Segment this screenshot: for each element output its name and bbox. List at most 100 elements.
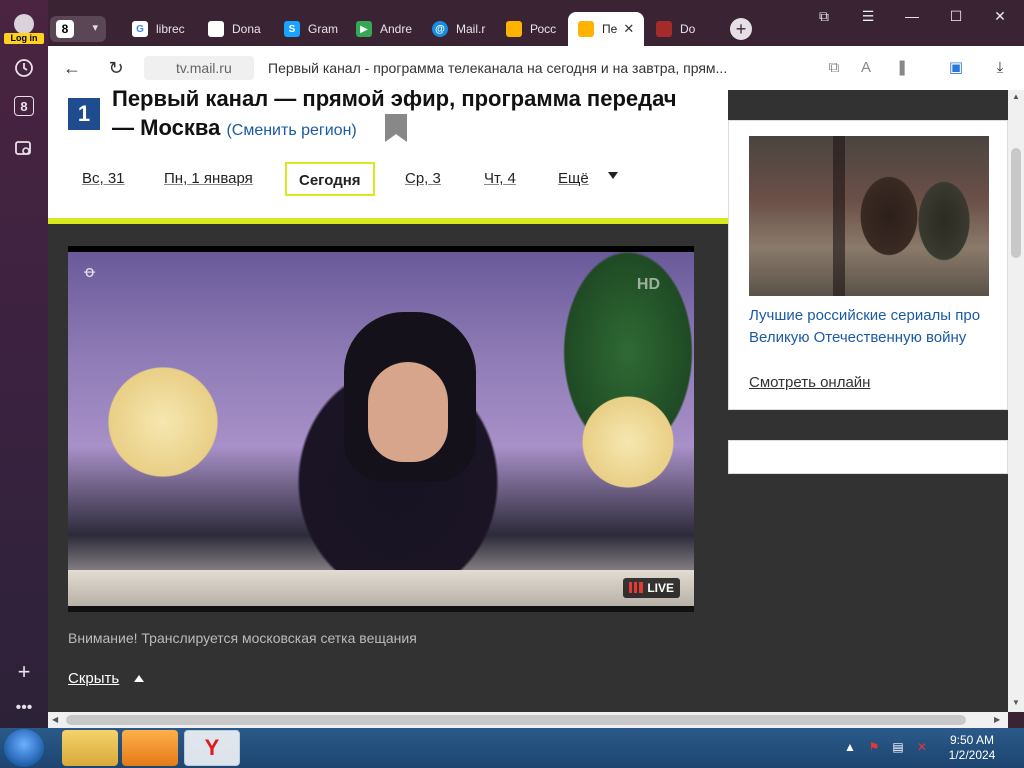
- start-button[interactable]: [4, 729, 44, 767]
- channel-hd-badge: HD: [636, 276, 660, 293]
- more-days-link[interactable]: Ещё: [558, 162, 589, 196]
- live-icon: [629, 582, 644, 593]
- extension-icon[interactable]: ▣: [946, 58, 966, 78]
- bookmark-icon[interactable]: ❚: [892, 58, 912, 78]
- tab-game[interactable]: Do: [646, 12, 712, 46]
- tv-icon: [578, 21, 594, 37]
- tray-expand-icon[interactable]: ▲: [842, 740, 858, 756]
- document-icon: [208, 21, 224, 37]
- live-badge: LIVE: [623, 578, 680, 598]
- network-icon[interactable]: ▤: [890, 740, 906, 756]
- download-icon[interactable]: ⤓: [990, 58, 1010, 78]
- clock-time: 9:50 AM: [949, 733, 995, 747]
- page-title-text[interactable]: Первый канал - программа телеканала на с…: [268, 60, 727, 76]
- tab-label: Do: [680, 22, 696, 36]
- media-player-taskbar-icon[interactable]: [122, 730, 178, 766]
- vertical-scroll-thumb[interactable]: [1011, 148, 1021, 258]
- accent-divider: [48, 218, 728, 224]
- chevron-up-icon[interactable]: [134, 675, 144, 682]
- tab-label: Mail.r: [456, 22, 486, 36]
- horizontal-scroll-thumb[interactable]: [66, 715, 966, 725]
- copy-icon[interactable]: ⧉: [824, 58, 844, 78]
- play-store-icon: ▶: [356, 21, 372, 37]
- day-tab-today[interactable]: Сегодня: [285, 162, 375, 196]
- tab-russia-tv[interactable]: Росс: [496, 12, 568, 46]
- user-avatar-icon[interactable]: [14, 14, 34, 34]
- day-tab[interactable]: Ср, 3: [405, 162, 441, 196]
- presenter-face: [368, 362, 448, 462]
- explorer-taskbar-icon[interactable]: [62, 730, 118, 766]
- new-tab-button[interactable]: +: [730, 18, 752, 40]
- video-table: [68, 570, 694, 606]
- tab-label: Dona: [232, 22, 261, 36]
- maximize-icon[interactable]: ☐: [944, 8, 968, 28]
- yandex-browser-taskbar-icon[interactable]: Y: [184, 730, 240, 766]
- watch-online-link[interactable]: Смотреть онлайн: [749, 374, 870, 391]
- translate-icon: S: [284, 21, 300, 37]
- mail-icon: @: [432, 21, 448, 37]
- scroll-up-icon[interactable]: ▲: [1012, 92, 1020, 101]
- network-error-icon[interactable]: ⚑: [866, 740, 882, 756]
- url-field[interactable]: tv.mail.ru: [144, 56, 254, 80]
- tab-counter-button[interactable]: 8 ▾: [50, 16, 106, 42]
- volume-muted-icon[interactable]: ✕: [914, 740, 930, 756]
- translate-page-icon[interactable]: A: [856, 58, 876, 78]
- windows-taskbar: Y ▲ ⚑ ▤ ✕ 9:50 AM 1/2/2024: [0, 728, 1024, 768]
- tab-label: Пе: [602, 22, 618, 36]
- tab-document[interactable]: Dona: [198, 12, 274, 46]
- video-frame[interactable]: ꝋ HD LIVE: [68, 252, 694, 606]
- bookmarks-panel-icon[interactable]: ⧉: [812, 8, 836, 28]
- scroll-right-icon[interactable]: ▶: [994, 715, 1000, 724]
- login-button[interactable]: Log in: [4, 33, 44, 44]
- channel-logo: 1: [68, 98, 100, 130]
- tab-label: Andre: [380, 22, 413, 36]
- day-tab[interactable]: Пн, 1 января: [164, 162, 253, 196]
- hide-button[interactable]: Скрыть: [68, 670, 119, 687]
- screenshot-icon[interactable]: [12, 136, 36, 160]
- more-icon[interactable]: •••: [12, 696, 36, 720]
- broadcast-notice: Внимание! Транслируется московская сетка…: [68, 630, 417, 646]
- promo-title-link[interactable]: Лучшие российские сериалы про Великую От…: [749, 305, 999, 349]
- tv-icon: [506, 21, 522, 37]
- day-tab[interactable]: Чт, 4: [484, 162, 516, 196]
- scroll-down-icon[interactable]: ▼: [1012, 698, 1020, 707]
- tab-label: librec: [156, 22, 185, 36]
- day-tab[interactable]: Вс, 31: [82, 162, 125, 196]
- page-title: Первый канал — прямой эфир, программа пе…: [112, 90, 702, 145]
- tab-google[interactable]: G librec: [122, 12, 198, 46]
- promo-image[interactable]: [749, 136, 989, 296]
- tab-play-store[interactable]: ▶ Andre: [346, 12, 422, 46]
- add-icon[interactable]: +: [12, 659, 36, 684]
- close-window-icon[interactable]: ✕: [988, 8, 1012, 28]
- back-icon[interactable]: ←: [60, 56, 84, 80]
- change-region-link[interactable]: (Сменить регион): [226, 122, 356, 139]
- odnoklassniki-icon: ꝋ: [84, 264, 96, 281]
- tab-label: Gram: [308, 22, 338, 36]
- system-clock[interactable]: 9:50 AM 1/2/2024: [944, 733, 1000, 763]
- close-tab-icon[interactable]: ✕: [623, 21, 634, 37]
- scroll-left-icon[interactable]: ◀: [52, 715, 58, 724]
- clock-date: 1/2/2024: [948, 748, 996, 762]
- page-content: 1 Первый канал — прямой эфир, программа …: [48, 90, 1008, 712]
- chevron-down-icon[interactable]: [608, 172, 618, 179]
- vertical-scrollbar[interactable]: ▲ ▼: [1008, 90, 1024, 712]
- history-icon[interactable]: [12, 56, 36, 80]
- channel-header: 1 Первый канал — прямой эфир, программа …: [48, 90, 728, 222]
- tab-mail[interactable]: @ Mail.r: [422, 12, 496, 46]
- tab-label: Росс: [530, 22, 557, 36]
- promo-card[interactable]: Лучшие российские сериалы про Великую От…: [728, 120, 1008, 410]
- address-bar: ← ↻ 🔒︎ tv.mail.ru Первый канал - програм…: [48, 46, 1024, 90]
- tab-strip: 8 ▾ G librec Dona S Gram ▶ Andre @ Mail.…: [48, 0, 1024, 48]
- minimize-icon[interactable]: —: [900, 8, 924, 28]
- menu-icon[interactable]: ☰: [856, 8, 880, 28]
- tab-translate[interactable]: S Gram: [274, 12, 346, 46]
- reload-icon[interactable]: ↻: [104, 56, 128, 80]
- browser-sidebar: Log in 8 + •••: [0, 0, 48, 728]
- horizontal-scrollbar[interactable]: ◀ ▶: [48, 712, 1008, 728]
- video-player[interactable]: ꝋ HD LIVE: [68, 246, 694, 612]
- counter-icon[interactable]: 8: [14, 96, 34, 116]
- tab-active-pervy[interactable]: Пе ✕: [568, 12, 644, 46]
- tab-count: 8: [56, 20, 74, 38]
- game-icon: [656, 21, 672, 37]
- google-icon: G: [132, 21, 148, 37]
